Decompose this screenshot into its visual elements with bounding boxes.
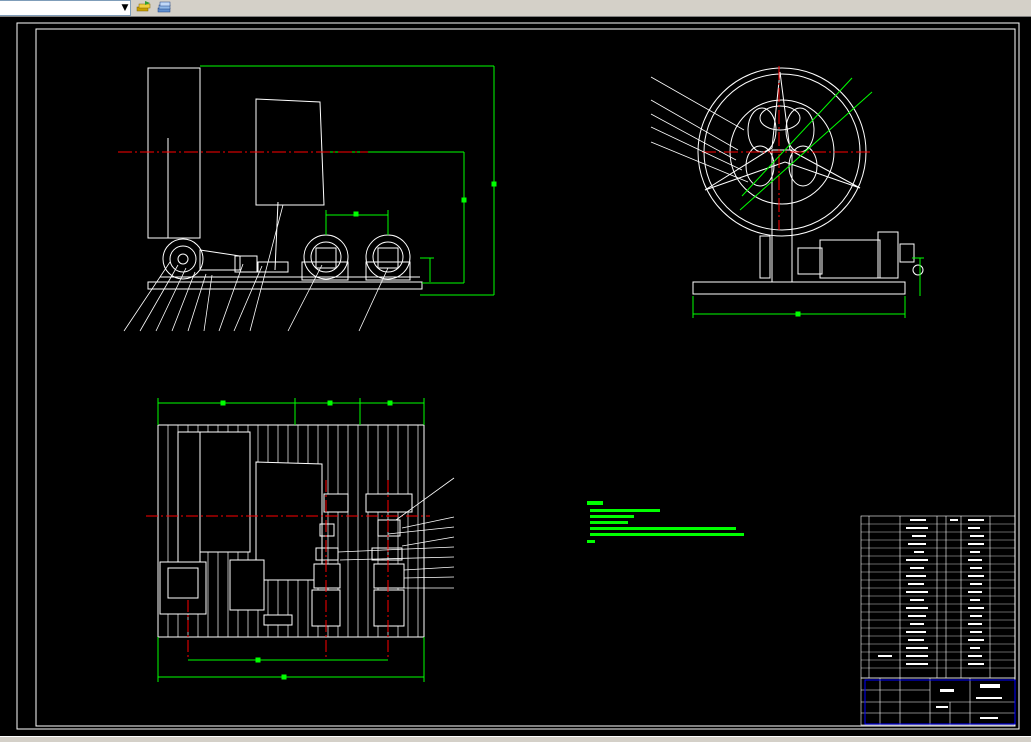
chevron-down-icon[interactable]: ▼: [120, 2, 130, 14]
gear-motor: [162, 238, 204, 280]
side-view-centerlines: [702, 66, 870, 230]
toolbar: ▼: [0, 0, 1031, 17]
plan-drum: [255, 461, 323, 581]
parts-list: [860, 515, 1016, 679]
technical-notes: [587, 501, 744, 543]
cad-drawing: [16, 22, 1020, 730]
drawing-viewport[interactable]: [0, 17, 1031, 736]
title-block-text: [936, 684, 1002, 719]
plan-view: [157, 424, 425, 638]
status-bar: [0, 736, 1031, 742]
parts-list-text: [878, 519, 984, 665]
side-motor: [819, 239, 881, 279]
side-base: [692, 281, 906, 295]
layer-dropdown[interactable]: ▼: [0, 0, 131, 16]
side-elevation-view: [692, 67, 924, 295]
layer-states-icon[interactable]: [136, 0, 152, 14]
layer-properties-icon[interactable]: [156, 0, 172, 14]
front-elevation-view: [147, 67, 423, 290]
inner-border: [35, 28, 1016, 727]
hopper-panel: [147, 67, 201, 239]
